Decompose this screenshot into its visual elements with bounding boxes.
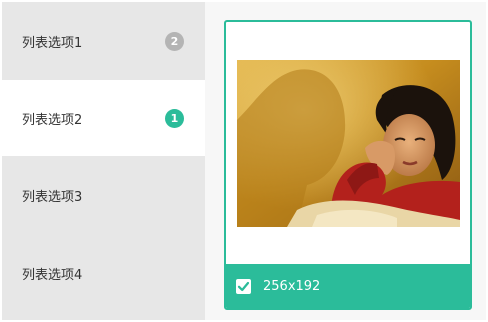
list-item-label: 列表选项2 bbox=[22, 112, 83, 128]
list-item-label: 列表选项1 bbox=[22, 35, 83, 51]
preview-photo bbox=[237, 60, 460, 227]
image-dimensions: 256x192 bbox=[263, 278, 321, 294]
list-item-label: 列表选项3 bbox=[22, 189, 83, 205]
list-item-2[interactable]: 列表选项2 1 bbox=[2, 80, 205, 156]
select-checkbox[interactable] bbox=[236, 278, 251, 294]
list-item-4[interactable]: 列表选项4 bbox=[2, 234, 205, 312]
check-icon bbox=[237, 281, 250, 291]
list-item-label: 列表选项4 bbox=[22, 267, 83, 283]
image-preview-card[interactable]: 256x192 bbox=[224, 20, 472, 310]
count-badge: 2 bbox=[165, 31, 184, 51]
list-item-3[interactable]: 列表选项3 bbox=[2, 156, 205, 234]
list-item-1[interactable]: 列表选项1 2 bbox=[2, 2, 205, 80]
preview-footer: 256x192 bbox=[226, 264, 470, 308]
count-badge: 1 bbox=[165, 108, 184, 128]
sidebar-list: 列表选项1 2 列表选项2 1 列表选项3 列表选项4 bbox=[2, 2, 205, 320]
app-frame: 列表选项1 2 列表选项2 1 列表选项3 列表选项4 256x192 bbox=[2, 2, 486, 320]
